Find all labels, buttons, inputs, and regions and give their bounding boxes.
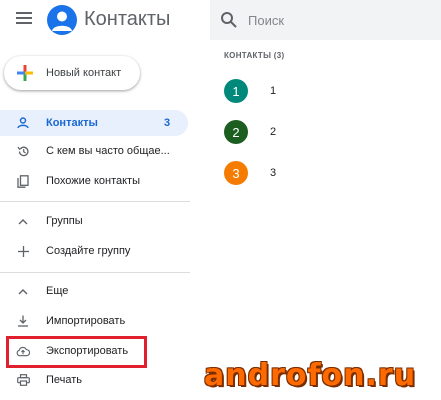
colorful-plus-icon <box>16 64 34 82</box>
sidebar-item-label: Создайте группу <box>46 245 131 257</box>
avatar: 3 <box>224 161 248 185</box>
hamburger-menu-icon[interactable] <box>16 12 32 26</box>
contacts-count-badge: 3 <box>164 117 171 129</box>
contact-row[interactable]: 2 2 <box>224 118 434 146</box>
contact-row[interactable]: 3 3 <box>224 159 434 187</box>
download-icon <box>16 314 30 328</box>
contacts-logo-icon <box>47 5 77 35</box>
contact-name: 1 <box>270 85 277 97</box>
search-icon[interactable] <box>220 11 238 29</box>
sidebar-item-contacts[interactable]: Контакты 3 <box>0 110 188 136</box>
avatar: 2 <box>224 120 248 144</box>
print-icon <box>16 373 30 387</box>
sidebar-item-label: Еще <box>46 285 69 297</box>
contact-row[interactable]: 1 1 <box>224 77 434 105</box>
contact-name: 3 <box>270 167 277 179</box>
search-input[interactable] <box>248 10 428 30</box>
watermark: androfon.ru <box>204 358 417 393</box>
new-contact-label: Новый контакт <box>46 67 122 79</box>
sidebar-item-label: С кем вы часто общае... <box>46 145 170 157</box>
plus-icon <box>16 244 30 258</box>
sidebar-item-label: Печать <box>46 374 83 386</box>
sidebar-item-label: Похожие контакты <box>46 175 140 187</box>
history-icon <box>16 144 30 158</box>
sidebar-item-label: Импортировать <box>46 315 126 327</box>
app-title: Контакты <box>84 8 171 30</box>
sidebar-divider <box>0 272 190 273</box>
sidebar-item-label: Контакты <box>46 117 98 129</box>
chevron-up-icon <box>16 214 30 228</box>
contacts-section-header: КОНТАКТЫ (3) <box>224 51 285 60</box>
new-contact-button[interactable]: Новый контакт <box>4 56 140 90</box>
sidebar-divider <box>0 201 190 202</box>
contact-name: 2 <box>270 126 277 138</box>
chevron-up-icon <box>16 284 30 298</box>
copy-icon <box>16 174 30 188</box>
person-icon <box>16 116 30 130</box>
sidebar-item-label: Группы <box>46 215 83 227</box>
avatar: 1 <box>224 79 248 103</box>
export-highlight-frame <box>6 336 147 368</box>
